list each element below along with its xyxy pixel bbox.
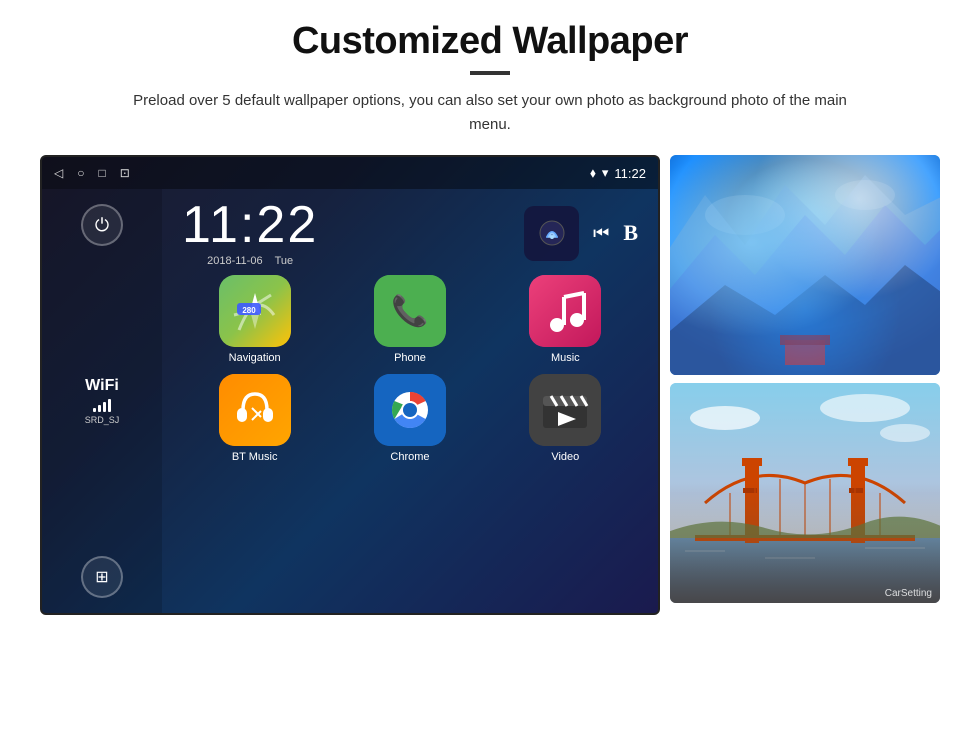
music-label: Music <box>551 352 580 364</box>
navigation-label: Navigation <box>229 352 281 364</box>
app-grid: 280 Navigation 📞 <box>172 275 648 463</box>
status-bar: ◁ ○ □ ⊡ ⬧ ▾ 11:22 <box>42 157 658 189</box>
signal-bar-3 <box>103 402 106 412</box>
status-time: 11:22 <box>614 166 646 181</box>
app-item-phone[interactable]: 📞 Phone <box>337 275 482 364</box>
wifi-app-icon[interactable] <box>524 206 579 261</box>
wifi-network-name: SRD_SJ <box>85 415 120 425</box>
phone-label: Phone <box>394 352 426 364</box>
clock-date: 2018-11-06 Tue <box>182 255 318 267</box>
track-label: B <box>623 220 638 246</box>
prev-track-icon[interactable]: ⏮ <box>593 223 609 244</box>
wifi-icon: ▾ <box>602 165 609 181</box>
wallpaper-bridge[interactable]: CarSetting <box>670 383 940 603</box>
phone-icon: 📞 <box>374 275 446 347</box>
screenshot-nav-icon[interactable]: ⊡ <box>120 166 130 180</box>
svg-text:280: 280 <box>242 306 256 315</box>
music-icon <box>529 275 601 347</box>
app-item-navigation[interactable]: 280 Navigation <box>182 275 327 364</box>
page-wrapper: Customized Wallpaper Preload over 5 defa… <box>0 0 980 750</box>
power-button[interactable]: ⏻ <box>81 204 123 246</box>
screen-center: 11:22 2018-11-06 Tue <box>162 189 658 613</box>
chrome-icon <box>374 374 446 446</box>
clock-time: 11:22 <box>182 199 318 251</box>
app-item-bt-music[interactable]: BT Music <box>182 374 327 463</box>
signal-bars <box>85 398 120 412</box>
clock-area: 11:22 2018-11-06 Tue <box>172 199 648 267</box>
status-bar-right: ⬧ ▾ 11:22 <box>590 165 646 181</box>
signal-bar-4 <box>108 399 111 412</box>
page-description: Preload over 5 default wallpaper options… <box>115 89 865 137</box>
wifi-label: WiFi <box>85 377 120 395</box>
page-title: Customized Wallpaper <box>292 20 688 63</box>
signal-bar-2 <box>98 405 101 412</box>
wifi-block: WiFi SRD_SJ <box>85 377 120 425</box>
all-apps-button[interactable]: ⊞ <box>81 556 123 598</box>
back-nav-icon[interactable]: ◁ <box>54 166 63 180</box>
power-icon: ⏻ <box>95 215 109 236</box>
signal-bar-1 <box>93 408 96 412</box>
chrome-label: Chrome <box>390 451 429 463</box>
clock-block: 11:22 2018-11-06 Tue <box>182 199 318 267</box>
navigation-icon: 280 <box>219 275 291 347</box>
content-area: ◁ ○ □ ⊡ ⬧ ▾ 11:22 ⏻ <box>40 155 940 615</box>
video-label: Video <box>551 451 579 463</box>
bt-music-icon <box>219 374 291 446</box>
svg-text:📞: 📞 <box>391 291 429 328</box>
recents-nav-icon[interactable]: □ <box>98 166 105 180</box>
status-bar-left: ◁ ○ □ ⊡ <box>54 166 130 180</box>
app-item-video[interactable]: Video <box>493 374 638 463</box>
cast-icon <box>538 219 566 247</box>
wallpaper-ice[interactable] <box>670 155 940 375</box>
title-divider <box>470 71 510 75</box>
screen-main: ⏻ WiFi SRD_SJ ⊞ <box>42 189 658 613</box>
app-item-chrome[interactable]: Chrome <box>337 374 482 463</box>
left-sidebar: ⏻ WiFi SRD_SJ ⊞ <box>42 189 162 613</box>
location-icon: ⬧ <box>590 165 596 181</box>
home-nav-icon[interactable]: ○ <box>77 166 84 180</box>
grid-icon: ⊞ <box>95 567 108 587</box>
right-wallpaper-panel: CarSetting <box>670 155 940 615</box>
bt-music-label: BT Music <box>232 451 278 463</box>
android-screen: ◁ ○ □ ⊡ ⬧ ▾ 11:22 ⏻ <box>40 155 660 615</box>
video-icon <box>529 374 601 446</box>
app-item-music[interactable]: Music <box>493 275 638 364</box>
top-right-icons: ⏮ B <box>524 206 638 261</box>
car-setting-label: CarSetting <box>885 588 932 599</box>
